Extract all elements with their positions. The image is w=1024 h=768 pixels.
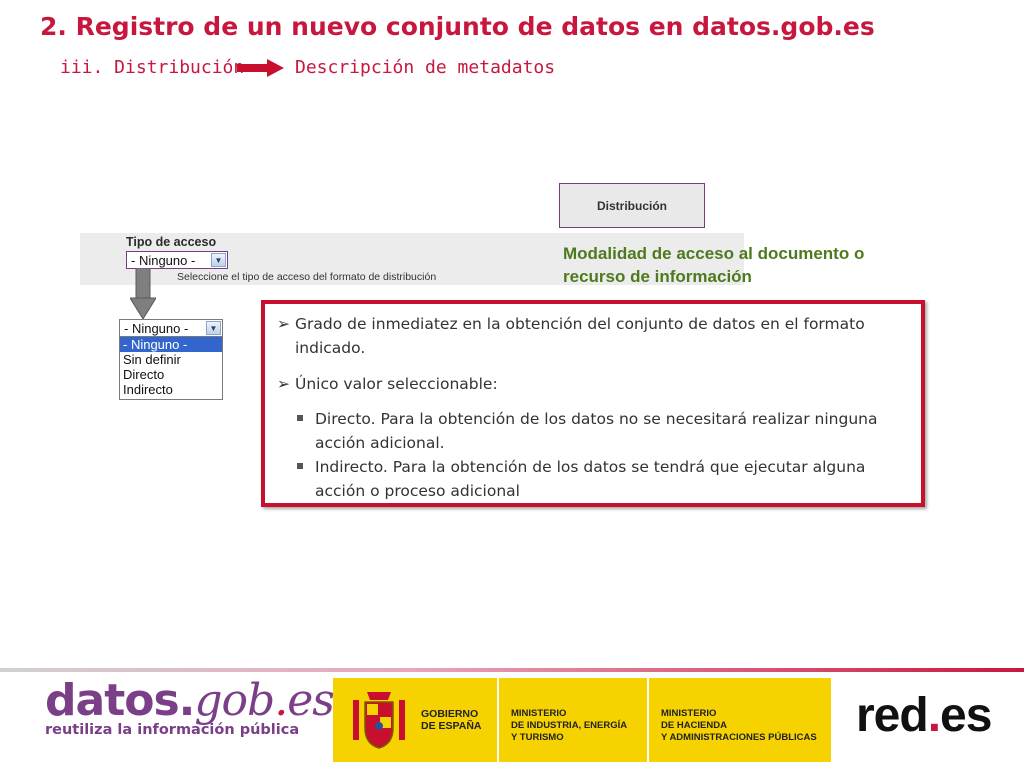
chevron-down-icon[interactable]: ▼ — [206, 321, 221, 335]
coat-of-arms-icon — [353, 692, 405, 749]
right-arrow-icon — [237, 59, 284, 77]
gobierno-de-espana: GOBIERNO DE ESPAÑA — [421, 708, 482, 732]
footer-divider — [0, 668, 1024, 672]
callout-line-1: Modalidad de acceso al documento o — [563, 244, 865, 263]
subtitle-topic: Descripción de metadatos — [295, 57, 556, 78]
access-type-select-value: - Ninguno - — [131, 252, 196, 268]
access-type-select-open-value: - Ninguno - — [124, 320, 189, 336]
info-box: ➢ Grado de inmediatez en la obtención de… — [261, 300, 925, 507]
arrow-bullet-icon: ➢ — [277, 315, 290, 333]
access-type-select[interactable]: - Ninguno - ▼ — [126, 251, 228, 269]
red-es-logo: red.es — [856, 689, 992, 742]
sub-bullet-item: Directo. Para la obtención de los datos … — [297, 407, 897, 455]
sub-bullet-item: Indirecto. Para la obtención de los dato… — [297, 455, 897, 503]
datos-gob-es-logo: datos.gob.es reutiliza la información pú… — [45, 675, 335, 738]
square-bullet-icon — [297, 463, 303, 469]
down-arrow-icon — [130, 268, 156, 320]
access-type-help: Seleccione el tipo de acceso del formato… — [177, 271, 437, 283]
access-type-select-open[interactable]: - Ninguno - ▼ — [119, 319, 223, 337]
distribution-tab[interactable]: Distribución — [559, 183, 705, 228]
callout-text: Modalidad de acceso al documento o recur… — [563, 242, 943, 288]
bullet-item: ➢ Grado de inmediatez en la obtención de… — [277, 312, 907, 360]
option-indirecto[interactable]: Indirecto — [120, 382, 222, 397]
square-bullet-icon — [297, 415, 303, 421]
callout-line-2: recurso de información — [563, 267, 752, 286]
logo-tagline: reutiliza la información pública — [45, 722, 300, 738]
bullet-item: ➢ Único valor seleccionable: — [277, 372, 498, 396]
access-type-label: Tipo de acceso — [126, 235, 217, 249]
ministerio-hacienda: MINISTERIO DE HACIENDA Y ADMINISTRACIONES … — [661, 708, 817, 743]
banner-divider — [647, 678, 649, 762]
access-type-options: - Ninguno - Sin definir Directo Indirect… — [119, 336, 223, 400]
option-ninguno[interactable]: - Ninguno - — [120, 337, 222, 352]
chevron-down-icon[interactable]: ▼ — [211, 253, 226, 267]
subtitle-section: iii. Distribución — [60, 57, 245, 78]
distribution-tab-label: Distribución — [596, 198, 667, 213]
slide-title: 2. Registro de un nuevo conjunto de dato… — [40, 12, 875, 41]
option-sin-definir[interactable]: Sin definir — [120, 352, 222, 367]
government-banner: GOBIERNO DE ESPAÑA MINISTERIO DE INDUSTRIA… — [333, 678, 831, 762]
arrow-bullet-icon: ➢ — [277, 375, 290, 393]
ministerio-industria: MINISTERIO DE INDUSTRIA, ENERGÍA Y TURISMO — [511, 708, 628, 743]
option-directo[interactable]: Directo — [120, 367, 222, 382]
banner-divider — [497, 678, 499, 762]
